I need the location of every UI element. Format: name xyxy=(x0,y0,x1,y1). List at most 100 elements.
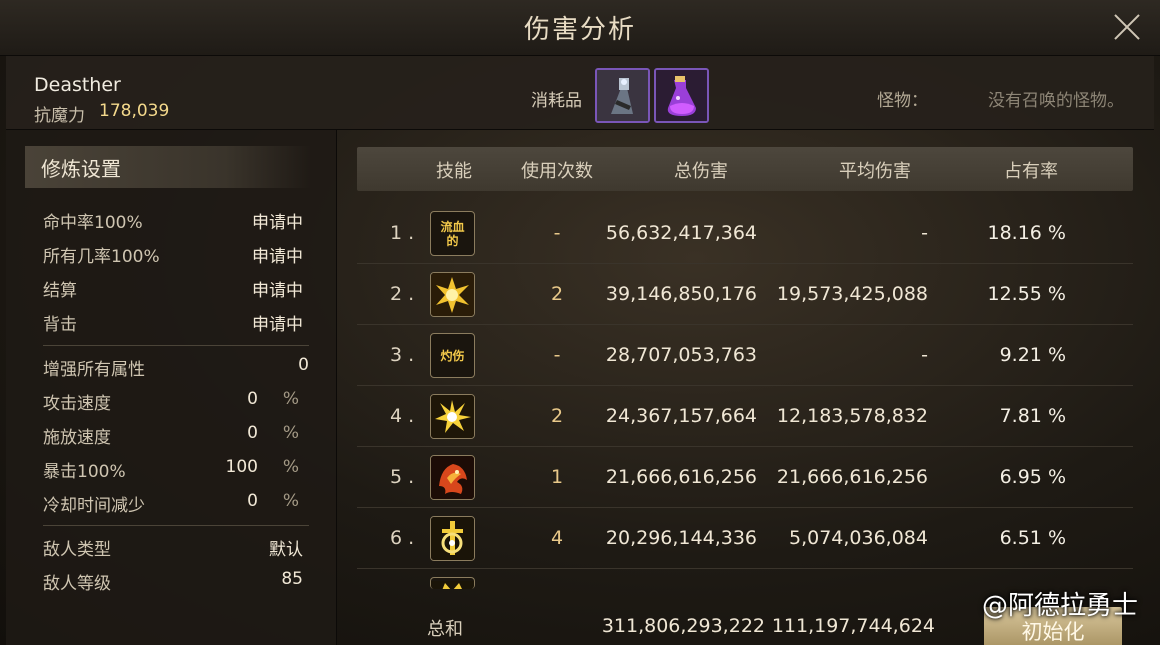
title-bar: 伤害分析 xyxy=(0,0,1160,56)
watermark: @阿德拉勇士 xyxy=(981,591,1138,621)
setting-row: 攻击速度 0 % xyxy=(43,387,303,417)
row-avg: 19,573,425,088 xyxy=(776,283,928,305)
settings-panel: 修炼设置 命中率100% 申请中 所有几率100% 申请中 结算 申请中 背击 … xyxy=(6,130,337,645)
monster-label: 怪物： xyxy=(877,91,928,111)
setting-label: 施放速度 xyxy=(43,428,111,448)
row-avg: - xyxy=(921,344,928,366)
row-total: 28,707,053,763 xyxy=(605,344,757,366)
monster-value: 没有召唤的怪物。 xyxy=(988,91,1124,111)
setting-row: 结算 申请中 xyxy=(43,274,303,304)
setting-value: 申请中 xyxy=(252,247,303,267)
setting-value: 0 xyxy=(247,423,258,443)
row-avg: 5,074,036,084 xyxy=(788,527,928,549)
info-row: Deasther 抗魔力 178,039 消耗品 怪物： 没有召唤的怪物。 xyxy=(6,56,1154,130)
explosion-skill-icon xyxy=(430,394,475,439)
row-uses: 2 xyxy=(550,283,564,305)
table-row[interactable]: 1 . 流血 的 - 56,632,417,364 - 18.16 % xyxy=(357,203,1133,264)
divider xyxy=(43,525,309,526)
fire-beast-skill-icon xyxy=(430,455,475,500)
sword-rune-skill-icon xyxy=(430,516,475,561)
setting-row: 敌人等级 85 xyxy=(43,567,303,597)
row-total: 20,296,144,336 xyxy=(605,527,757,549)
setting-label: 结算 xyxy=(43,281,77,301)
setting-unit: % xyxy=(282,491,299,511)
setting-label: 增强所有属性 xyxy=(43,360,145,380)
row-total: 21,666,616,256 xyxy=(605,466,757,488)
setting-value: 100 xyxy=(225,457,258,477)
row-total: 39,146,850,176 xyxy=(605,283,757,305)
setting-value: 申请中 xyxy=(252,315,303,335)
purple-potion-icon[interactable] xyxy=(654,68,709,123)
setting-row: 冷却时间减少 0 % xyxy=(43,489,303,519)
setting-value: 申请中 xyxy=(252,281,303,301)
row-avg: - xyxy=(921,222,928,244)
row-rank: 4 . xyxy=(390,405,415,427)
setting-label: 命中率100% xyxy=(43,213,143,233)
row-rank: 5 . xyxy=(390,466,415,488)
setting-label: 攻击速度 xyxy=(43,394,111,414)
total-sum: 311,806,293,222 xyxy=(601,615,765,637)
close-icon[interactable] xyxy=(1110,10,1144,44)
row-uses: - xyxy=(553,222,561,244)
row-uses: 1 xyxy=(550,466,564,488)
row-total: 56,632,417,364 xyxy=(605,222,757,244)
setting-label: 暴击100% xyxy=(43,462,126,482)
setting-label: 所有几率100% xyxy=(43,247,160,267)
table-row[interactable]: 4 . 2 24,367,157,664 12,183,578,832 7.81… xyxy=(357,386,1133,447)
setting-row: 所有几率100% 申请中 xyxy=(43,240,303,270)
header-total: 总伤害 xyxy=(674,161,728,182)
header-uses: 使用次数 xyxy=(521,161,593,182)
table-row[interactable]: 3 . 灼伤 - 28,707,053,763 - 9.21 % xyxy=(357,325,1133,386)
setting-row: 暴击100% 100 % xyxy=(43,455,303,485)
damage-table: 技能 使用次数 总伤害 平均伤害 占有率 1 . 流血 的 - 56,632,4… xyxy=(337,130,1154,645)
total-label: 总和 xyxy=(427,619,463,640)
row-share: 18.16 % xyxy=(987,222,1067,244)
table-row[interactable]: 2 . 2 39,146,850,176 19,573,425,088 12.5… xyxy=(357,264,1133,325)
potion-flask-icon[interactable] xyxy=(595,68,650,123)
row-uses: 2 xyxy=(550,405,564,427)
row-rank: 2 . xyxy=(390,283,415,305)
consumables-label: 消耗品 xyxy=(531,91,582,111)
table-row[interactable]: 6 . 4 20,296,144,336 5,074,036,084 6.51 … xyxy=(357,508,1133,569)
row-share: 9.21 % xyxy=(999,344,1066,366)
row-total: 24,367,157,664 xyxy=(605,405,757,427)
setting-value: 默认 xyxy=(269,540,303,560)
setting-value: 0 xyxy=(247,491,258,511)
skill-icon-text: 灼伤 xyxy=(440,348,465,363)
header-avg: 平均伤害 xyxy=(839,161,911,182)
table-header: 技能 使用次数 总伤害 平均伤害 占有率 xyxy=(357,147,1133,191)
setting-row: 命中率100% 申请中 xyxy=(43,206,303,236)
header-share: 占有率 xyxy=(1004,161,1058,182)
window-title: 伤害分析 xyxy=(523,15,636,45)
row-share: 7.81 % xyxy=(999,405,1066,427)
row-rank: 6 . xyxy=(390,527,415,549)
setting-row: 施放速度 0 % xyxy=(43,421,303,451)
setting-unit: % xyxy=(282,457,299,477)
setting-row: 增强所有属性 0 xyxy=(43,353,309,383)
setting-unit: % xyxy=(282,423,299,443)
bleed-skill-icon: 流血 的 xyxy=(430,211,475,256)
resist-value: 178,039 xyxy=(99,101,170,121)
setting-value: 申请中 xyxy=(252,213,303,233)
total-avg: 111,197,744,624 xyxy=(771,615,935,637)
row-uses: - xyxy=(553,344,561,366)
setting-label: 敌人类型 xyxy=(43,540,111,560)
resist-label: 抗魔力 xyxy=(34,106,85,126)
row-avg: 21,666,616,256 xyxy=(776,466,928,488)
burn-skill-icon: 灼伤 xyxy=(430,333,475,378)
row-share: 12.55 % xyxy=(987,283,1067,305)
setting-value: 85 xyxy=(281,569,303,589)
row-uses: 4 xyxy=(550,527,564,549)
setting-unit: % xyxy=(282,389,299,409)
table-row[interactable]: 5 . 1 21,666,616,256 21,666,616,256 6.95… xyxy=(357,447,1133,508)
divider xyxy=(43,345,309,346)
setting-row: 敌人类型 默认 xyxy=(43,533,303,563)
burst-skill-icon xyxy=(430,272,475,317)
setting-value: 0 xyxy=(247,389,258,409)
setting-label: 冷却时间减少 xyxy=(43,496,145,516)
row-rank: 3 . xyxy=(390,344,415,366)
row-share: 6.95 % xyxy=(999,466,1066,488)
skill-icon-text: 流血 的 xyxy=(440,219,465,248)
row-share: 6.51 % xyxy=(999,527,1066,549)
setting-label: 背击 xyxy=(43,315,77,335)
